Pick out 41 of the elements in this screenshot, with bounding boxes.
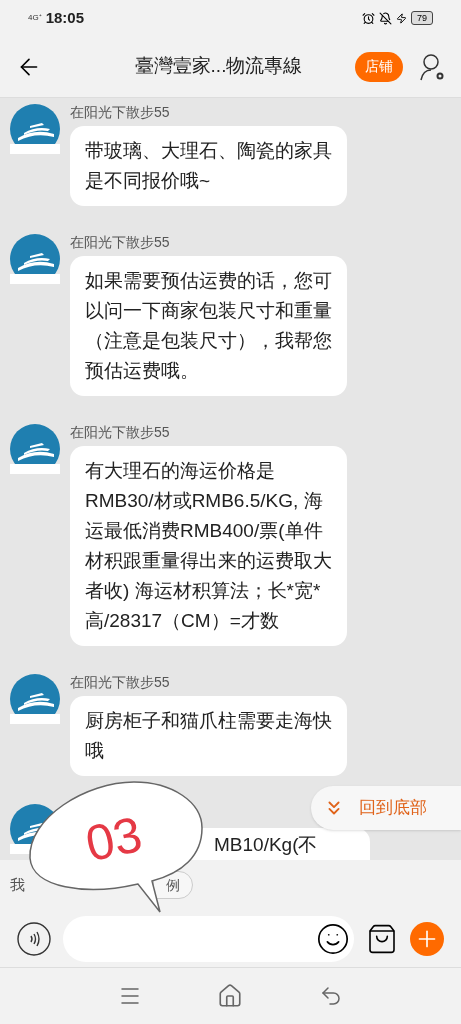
charging-icon bbox=[396, 12, 407, 24]
message-line: 带玻璃、大理石、陶瓷的家具 bbox=[85, 139, 332, 163]
network-indicator: 4G⁺ bbox=[28, 14, 42, 22]
message-line: MB10/Kg(不 bbox=[214, 833, 319, 857]
status-time: 18:05 bbox=[45, 7, 85, 28]
ship-logo-avatar bbox=[10, 104, 60, 154]
message-line: 预估运费哦。 bbox=[85, 359, 200, 383]
alarm-icon bbox=[362, 11, 375, 25]
message-input[interactable] bbox=[63, 915, 354, 962]
bell-off-icon bbox=[379, 11, 392, 25]
quick-reply-label: 我 bbox=[10, 874, 25, 895]
message-line: 材积跟重量得出来的运费取大 bbox=[85, 549, 332, 573]
ship-logo-avatar bbox=[10, 424, 60, 474]
sender-name: 在阳光下散步55 bbox=[70, 424, 171, 440]
ship-logo-avatar bbox=[10, 674, 60, 724]
message-line: 哦 bbox=[85, 739, 105, 763]
shop-button[interactable]: 店铺 bbox=[355, 51, 403, 82]
message-line: （注意是包装尺寸），我帮您 bbox=[85, 329, 332, 353]
ship-logo-avatar bbox=[10, 234, 60, 284]
home-icon[interactable] bbox=[217, 983, 244, 1009]
message-line: 者收) 海运材积算法；长*宽* bbox=[85, 579, 322, 603]
chat-title: 臺灣壹家...物流專線 bbox=[133, 54, 304, 79]
message-line: 以问一下商家包装尺寸和重量 bbox=[85, 299, 332, 323]
message-line: 高/28317（CM）=才数 bbox=[85, 609, 280, 633]
voice-icon[interactable] bbox=[17, 921, 51, 956]
message-line: 厨房柜子和猫爪柱需要走海快 bbox=[85, 709, 332, 733]
sender-name: 在阳光下散步55 bbox=[70, 674, 171, 690]
message-line: 是不同报价哦~ bbox=[85, 169, 212, 193]
emoji-icon[interactable] bbox=[316, 921, 350, 956]
message-line: 如果需要预估运费的话，您可 bbox=[85, 269, 332, 293]
sticker-number: 03 bbox=[81, 808, 147, 870]
bag-icon[interactable] bbox=[366, 922, 398, 955]
sender-name: 在阳光下散步55 bbox=[70, 234, 171, 250]
message-line: RMB30/材或RMB6.5/KG, 海 bbox=[85, 489, 324, 513]
battery-indicator: 79 bbox=[411, 11, 433, 25]
message-line: 运最低消费RMB400/票(单件 bbox=[85, 519, 324, 543]
back-to-bottom-button[interactable]: 回到底部 bbox=[311, 786, 461, 830]
user-settings-icon[interactable] bbox=[419, 52, 445, 81]
add-button[interactable] bbox=[410, 921, 444, 956]
sender-name: 在阳光下散步55 bbox=[70, 104, 171, 120]
message-line: 有大理石的海运价格是 bbox=[85, 459, 276, 483]
